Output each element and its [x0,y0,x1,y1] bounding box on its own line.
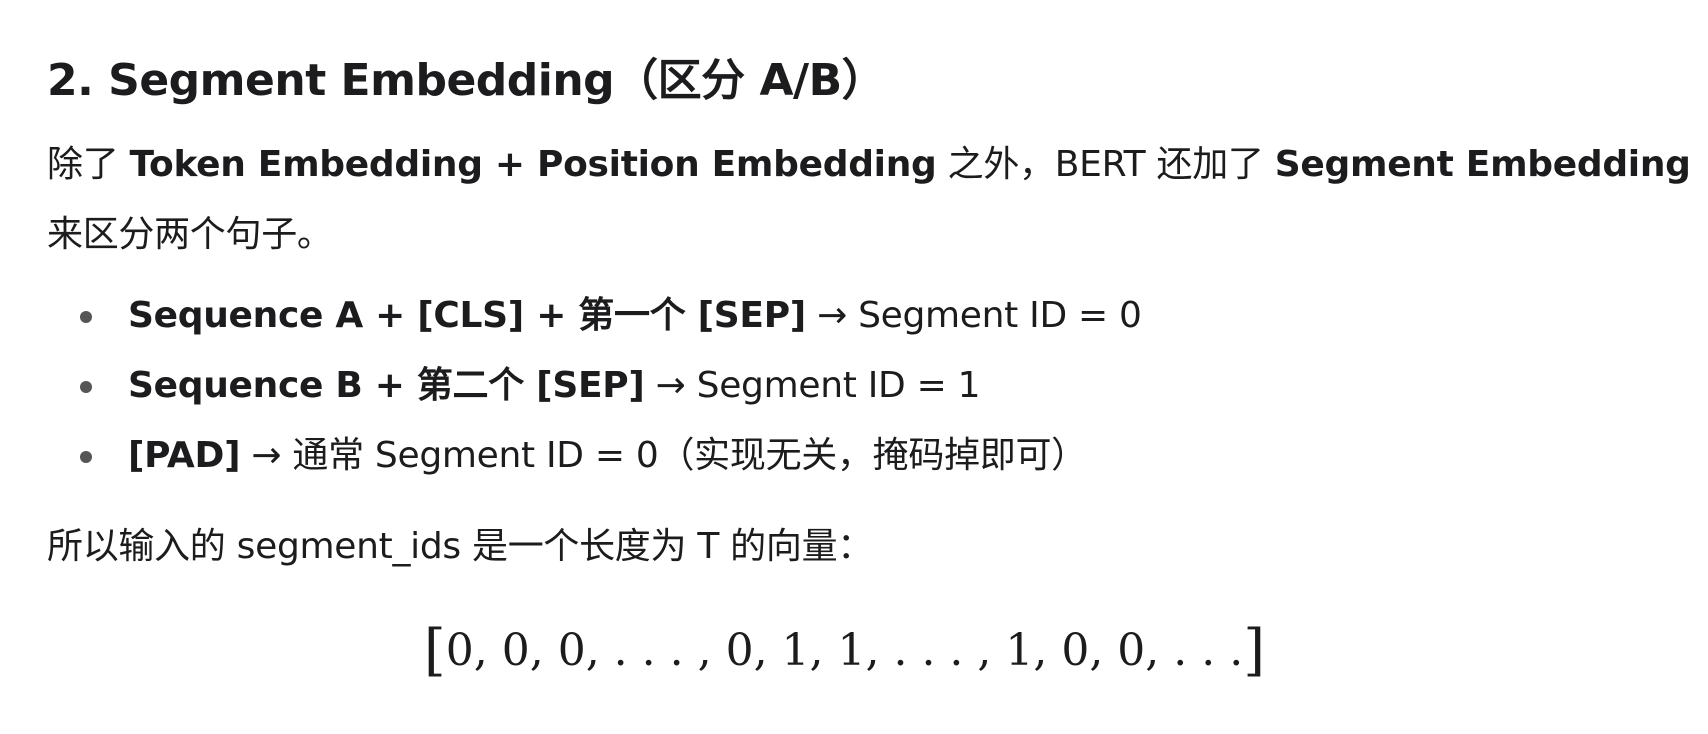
list-item-bold: Sequence A + [CLS] + 第一个 [SEP] [128,295,806,336]
intro-paragraph-line-1: 除了 Token Embedding + Position Embedding … [47,130,1691,200]
list-item-bold: [PAD] [128,435,241,476]
intro-paragraph-line-2: 来区分两个句子。 [47,214,333,255]
intro-text-1: 除了 [47,144,130,185]
segment-ids-formula: [0, 0, 0, . . . , 0, 1, 1, . . . , 1, 0,… [47,618,1642,683]
list-item-text: → Segment ID = 0 [805,295,1142,336]
list-item-bold: Sequence B + 第二个 [SEP] [128,365,645,406]
vector-intro-paragraph: 所以输入的 segment_ids 是一个长度为 T 的向量： [47,526,873,567]
segment-id-list: Sequence A + [CLS] + 第一个 [SEP] → Segment… [47,281,1142,491]
bullet-dot [80,451,92,463]
list-item: Sequence B + 第二个 [SEP] → Segment ID = 1 [47,351,1142,421]
list-item-text: → Segment ID = 1 [644,365,981,406]
intro-text-2: 之外，BERT 还加了 [936,144,1275,185]
bullet-dot [80,381,92,393]
list-item-text: → 通常 Segment ID = 0（实现无关，掩码掉即可） [240,435,1087,476]
list-item: Sequence A + [CLS] + 第一个 [SEP] → Segment… [47,281,1142,351]
formula-open-bracket: [ [423,618,446,683]
intro-bold-1: Token Embedding + Position Embedding [129,144,937,185]
formula-body: 0, 0, 0, . . . , 0, 1, 1, . . . , 1, 0, … [445,625,1244,676]
list-item: [PAD] → 通常 Segment ID = 0（实现无关，掩码掉即可） [47,421,1142,491]
bullet-dot [80,311,92,323]
intro-bold-2: Segment Embedding [1274,144,1691,185]
formula-close-bracket: ] [1243,618,1266,683]
section-heading: 2. Segment Embedding（区分 A/B） [47,55,886,106]
